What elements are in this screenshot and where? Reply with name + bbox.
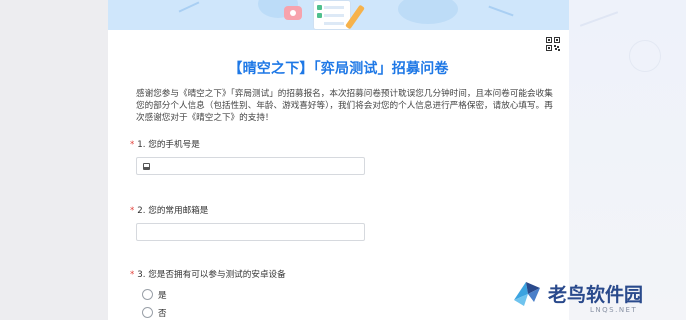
banner-stroke — [488, 5, 514, 17]
left-background — [0, 0, 108, 320]
radio-option-label: 否 — [158, 309, 167, 319]
banner-cloud — [398, 0, 458, 24]
radio-button[interactable] — [142, 289, 153, 300]
radio-option-yes[interactable]: 是 — [142, 289, 167, 301]
form-title: 【晴空之下】「弈局测试」招募问卷 — [228, 61, 449, 77]
question-3-label: * 3. 您是否拥有可以参与测试的安卓设备 — [130, 268, 286, 280]
qr-code-icon[interactable] — [546, 37, 560, 51]
decoration-circle — [629, 40, 661, 72]
question-1-label: * 1. 您的手机号是 — [130, 138, 200, 150]
banner-stroke — [178, 1, 200, 13]
radio-option-no[interactable]: 否 — [142, 307, 167, 319]
site-watermark: 老鸟软件园 LNQS.NET — [512, 278, 682, 318]
required-mark: * — [130, 270, 135, 280]
watermark-url: LNQS.NET — [590, 306, 638, 314]
radio-button[interactable] — [142, 307, 153, 318]
form-intro: 感谢您参与《晴空之下》「弈局测试」的招募报名，本次招募问卷预计耽误您几分钟时间，… — [136, 89, 553, 123]
phone-icon — [143, 163, 150, 170]
page: 【晴空之下】「弈局测试」招募问卷 感谢您参与《晴空之下》「弈局测试」的招募报名，… — [0, 0, 686, 320]
question-3-text: 3. 您是否拥有可以参与测试的安卓设备 — [137, 270, 286, 280]
clipboard-line — [324, 6, 344, 9]
header-banner — [108, 0, 569, 30]
question-2-label: * 2. 您的常用邮箱是 — [130, 204, 208, 216]
clipboard-line — [324, 22, 344, 25]
question-1-text: 1. 您的手机号是 — [137, 140, 200, 150]
survey-form: 【晴空之下】「弈局测试」招募问卷 感谢您参与《晴空之下》「弈局测试」的招募报名，… — [108, 0, 569, 320]
required-mark: * — [130, 206, 135, 216]
radio-option-label: 是 — [158, 291, 167, 301]
question-2-text: 2. 您的常用邮箱是 — [137, 206, 209, 216]
right-background — [569, 0, 686, 320]
check-icon — [317, 13, 322, 18]
check-icon — [317, 5, 322, 10]
phone-input[interactable] — [136, 157, 365, 175]
email-input[interactable] — [136, 223, 365, 241]
clipboard-line — [324, 14, 344, 17]
required-mark: * — [130, 140, 135, 150]
bird-logo-icon — [514, 282, 540, 306]
envelope-icon — [284, 6, 302, 20]
decoration-line — [579, 11, 619, 27]
watermark-text: 老鸟软件园 — [548, 284, 644, 306]
